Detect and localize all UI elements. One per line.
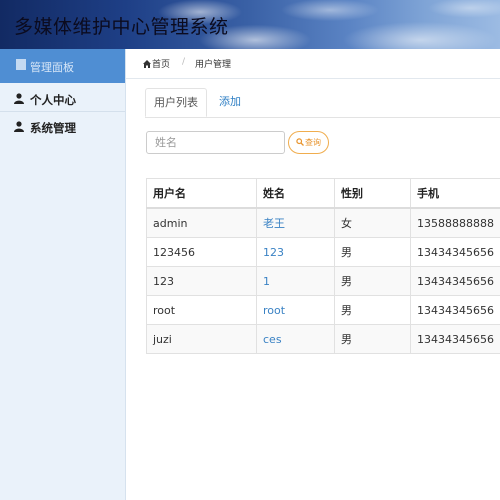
home-icon bbox=[143, 60, 151, 68]
cell-name: root bbox=[256, 295, 335, 325]
cell-phone: 13434345656 bbox=[410, 324, 500, 354]
cell-username: root bbox=[146, 295, 257, 325]
cell-name: 123 bbox=[256, 237, 335, 267]
cell-name: 1 bbox=[256, 266, 335, 296]
sidebar-item-label: 个人中心 bbox=[30, 93, 76, 107]
user-table: 用户名 姓名 性别 手机 admin 老王 女 13588888888 1234… bbox=[146, 178, 500, 354]
cell-phone: 13434345656 bbox=[410, 295, 500, 325]
cell-phone: 13434345656 bbox=[410, 237, 500, 267]
cell-phone: 13588888888 bbox=[410, 207, 500, 238]
column-header-name: 姓名 bbox=[256, 178, 335, 209]
sidebar-item-system-management[interactable]: 系统管理 bbox=[0, 113, 125, 141]
sidebar-item-label: 管理面板 bbox=[30, 61, 74, 74]
tab-user-list[interactable]: 用户列表 bbox=[145, 88, 207, 117]
table-header-row: 用户名 姓名 性别 手机 bbox=[146, 178, 500, 209]
app-title: 多媒体维护中心管理系统 bbox=[14, 16, 229, 38]
cell-username: juzi bbox=[146, 324, 257, 354]
cell-username: 123456 bbox=[146, 237, 257, 267]
cell-phone: 13434345656 bbox=[410, 266, 500, 296]
breadcrumb-current: 用户管理 bbox=[195, 60, 232, 70]
main-content: 用户列表 添加 查询 用户名 姓名 性别 手机 admin 老王 女 13588… bbox=[126, 79, 500, 500]
sidebar-item-personal-center[interactable]: 个人中心 bbox=[0, 85, 125, 113]
breadcrumb: 首页 / 用户管理 bbox=[126, 49, 500, 79]
column-header-gender: 性别 bbox=[334, 178, 411, 209]
column-header-username: 用户名 bbox=[146, 178, 257, 209]
cell-username: admin bbox=[146, 207, 257, 238]
table-row: juzi ces 男 13434345656 bbox=[146, 324, 500, 354]
name-link[interactable]: 1 bbox=[263, 275, 270, 288]
search-input[interactable] bbox=[146, 131, 285, 154]
cell-gender: 女 bbox=[334, 207, 411, 238]
sidebar-item-dashboard[interactable]: 管理面板 bbox=[0, 49, 125, 83]
app-header: 多媒体维护中心管理系统 bbox=[0, 0, 500, 49]
search-icon bbox=[296, 138, 304, 146]
tabs-divider bbox=[145, 117, 500, 118]
name-link[interactable]: root bbox=[263, 304, 285, 317]
breadcrumb-home-link[interactable]: 首页 bbox=[152, 57, 170, 70]
sidebar-item-label: 系统管理 bbox=[30, 121, 76, 135]
sidebar-divider bbox=[0, 111, 125, 112]
user-icon bbox=[14, 121, 24, 132]
search-button[interactable]: 查询 bbox=[288, 131, 329, 154]
user-icon bbox=[14, 93, 24, 104]
name-link[interactable]: ces bbox=[263, 333, 282, 346]
cell-gender: 男 bbox=[334, 266, 411, 296]
tab-add[interactable]: 添加 bbox=[210, 88, 250, 117]
cell-gender: 男 bbox=[334, 237, 411, 267]
cell-gender: 男 bbox=[334, 324, 411, 354]
name-link[interactable]: 123 bbox=[263, 246, 284, 259]
cell-name: 老王 bbox=[256, 207, 335, 238]
name-link[interactable]: 老王 bbox=[263, 217, 285, 230]
table-row: admin 老王 女 13588888888 bbox=[146, 207, 500, 238]
cell-gender: 男 bbox=[334, 295, 411, 325]
sidebar: 管理面板 个人中心 系统管理 bbox=[0, 49, 126, 500]
table-row: 123 1 男 13434345656 bbox=[146, 266, 500, 296]
table-row: 123456 123 男 13434345656 bbox=[146, 237, 500, 267]
cell-username: 123 bbox=[146, 266, 257, 296]
breadcrumb-separator: / bbox=[182, 57, 186, 67]
column-header-phone: 手机 bbox=[410, 178, 500, 209]
search-button-label: 查询 bbox=[305, 138, 321, 147]
table-row: root root 男 13434345656 bbox=[146, 295, 500, 325]
dashboard-icon bbox=[16, 59, 26, 70]
cell-name: ces bbox=[256, 324, 335, 354]
